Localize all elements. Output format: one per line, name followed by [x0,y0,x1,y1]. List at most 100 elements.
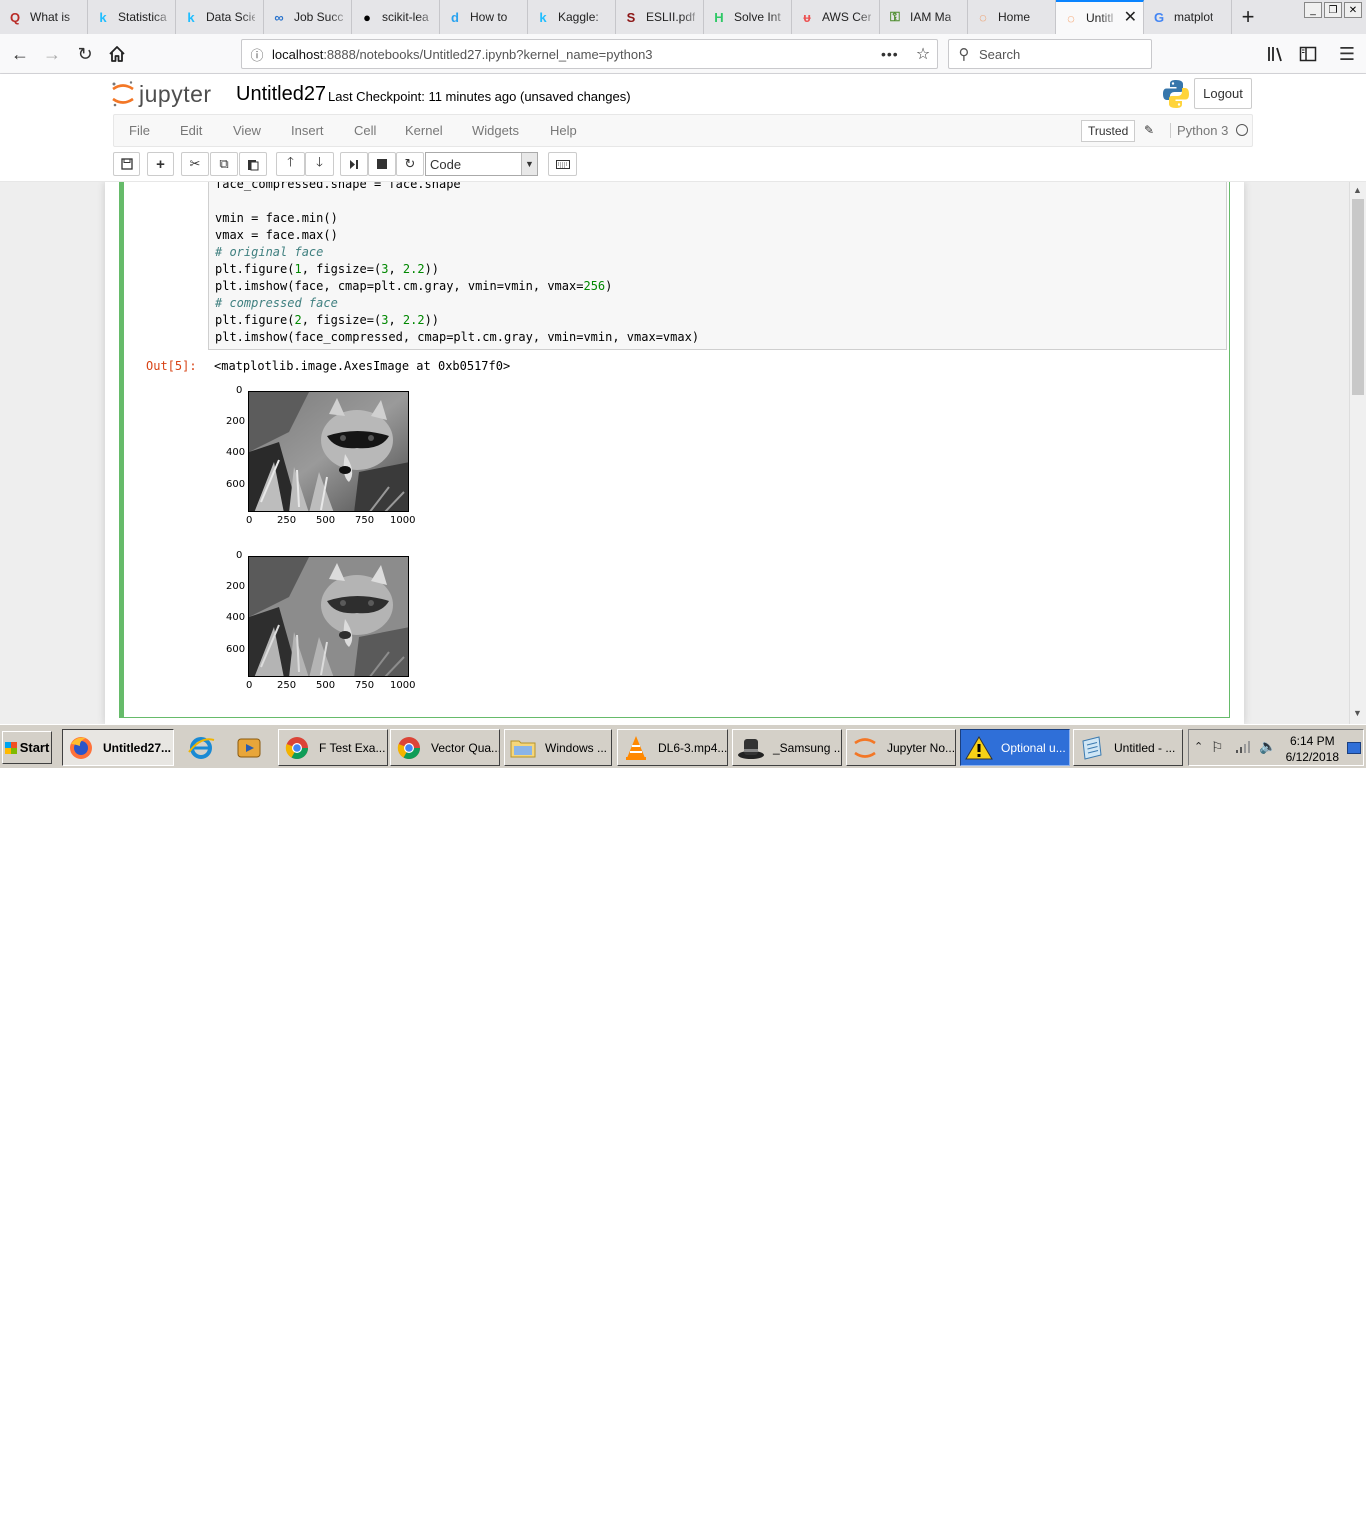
browser-tab[interactable]: ◌ Home [968,0,1056,34]
library-icon[interactable] [1264,42,1288,66]
network-signal-icon[interactable] [1235,740,1251,757]
menu-insert[interactable]: Insert [291,123,324,138]
notebook-title[interactable]: Untitled27 [236,83,326,106]
show-desktop-icon[interactable] [1347,742,1361,754]
browser-tab[interactable]: ᵾ AWS Cer [792,0,880,34]
browser-tab[interactable]: ◌Untitl✕ [1056,0,1144,34]
move-down-icon[interactable]: 🡓 [305,152,334,176]
jupyter-icon: ◌ [979,9,987,25]
scroll-down-icon[interactable]: ▼ [1353,708,1362,718]
page-info-icon[interactable]: ⓘ [242,45,272,64]
x-tick-label: 0 [246,680,253,691]
paste-icon[interactable] [239,152,267,176]
stanford-icon: S [626,9,636,25]
home-icon[interactable] [105,42,129,66]
y-tick-label: 400 [226,447,246,458]
bookmark-star-icon[interactable]: ☆ [909,44,937,64]
taskbar-item[interactable]: Jupyter No... [846,729,956,766]
show-hidden-icons[interactable]: ⌃ [1194,740,1203,753]
internet-explorer-icon[interactable] [186,731,216,764]
browser-tab[interactable]: S ESLII.pdf [616,0,704,34]
start-button[interactable]: Start [2,731,52,764]
close-tab-icon[interactable]: ✕ [1124,10,1137,26]
taskbar-item[interactable]: Optional u... [960,729,1070,766]
raccoon-compressed-image [248,556,409,677]
tab-fade [65,0,87,34]
taskbar-item[interactable]: Untitled - ... [1073,729,1183,766]
taskbar-item[interactable]: Untitled27... [62,729,174,766]
logout-button[interactable]: Logout [1194,78,1252,109]
taskbar-item[interactable]: F Test Exa... [278,729,388,766]
reload-icon[interactable]: ↻ [73,42,97,66]
copy-icon[interactable]: ⧉ [210,152,238,176]
scrollbar-thumb[interactable] [1352,199,1364,395]
taskbar-item[interactable]: Vector Qua... [390,729,500,766]
run-cell-icon[interactable] [340,152,368,176]
windows-logo-icon [4,741,17,754]
tab-fade [945,0,967,34]
raccoon-compressed-plot: 0 200 400 600 0 250 500 750 1000 [214,550,424,706]
new-tab-button[interactable]: + [1232,0,1264,34]
minimize-button[interactable]: _ [1304,2,1322,18]
taskbar-item[interactable]: DL6-3.mp4... [617,729,728,766]
kernel-idle-icon [1236,124,1248,136]
scroll-up-icon[interactable]: ▲ [1353,185,1362,195]
code-input-area[interactable]: face_compressed.shape = face.shape vmin … [208,182,1227,350]
browser-tab[interactable]: H Solve Int [704,0,792,34]
search-input[interactable]: ⚲ Search [948,39,1152,69]
browser-tab[interactable]: k Data Scie [176,0,264,34]
browser-tab[interactable]: k Kaggle: [528,0,616,34]
menu-file[interactable]: File [129,123,150,138]
trusted-indicator[interactable]: Trusted [1081,120,1136,142]
browser-tab[interactable]: ⚿ IAM Ma [880,0,968,34]
taskbar-item[interactable]: _Samsung ... [732,729,842,766]
save-icon[interactable] [113,152,140,176]
page-scrollbar[interactable]: ▲ ▼ [1349,182,1366,724]
chrome-icon [395,734,423,762]
close-window-button[interactable]: ✕ [1344,2,1362,18]
back-icon[interactable]: ← [8,42,32,66]
menu-view[interactable]: View [233,123,261,138]
notebook-page: face_compressed.shape = face.shape vmin … [105,182,1244,724]
cut-icon[interactable]: ✂ [181,152,209,176]
browser-tab[interactable]: Gmatplot [1144,0,1232,34]
sidebar-icon[interactable] [1296,42,1320,66]
menu-widgets[interactable]: Widgets [472,123,519,138]
menu-edit[interactable]: Edit [180,123,202,138]
taskbar-item[interactable]: Windows ... [504,729,612,766]
chevron-down-icon: ▼ [521,153,537,175]
menu-icon[interactable]: ☰ [1335,42,1359,66]
menu-help[interactable]: Help [550,123,577,138]
clock[interactable]: 6:14 PM 6/12/2018 [1286,733,1339,765]
menu-cell[interactable]: Cell [354,123,376,138]
tab-fade [153,0,175,34]
browser-tab[interactable]: k Statistica [88,0,176,34]
x-tick-label: 0 [246,515,253,526]
media-player-icon[interactable] [234,731,264,764]
restore-button[interactable]: ❐ [1324,2,1342,18]
tab-fade [505,0,527,34]
code-line: plt.figure(2, figsize=(3, 2.2)) [215,313,440,327]
x-tick-label: 1000 [390,680,416,691]
browser-tab[interactable]: ● scikit-lea [352,0,440,34]
move-up-icon[interactable]: 🡑 [276,152,305,176]
restart-kernel-icon[interactable]: ↻ [396,152,424,176]
clock-date: 6/12/2018 [1285,750,1339,764]
browser-tab[interactable]: ∞ Job Succ [264,0,352,34]
action-center-flag-icon[interactable]: ⚐ [1211,739,1224,756]
browser-tab[interactable]: d How to [440,0,528,34]
insert-cell-icon[interactable]: + [147,152,174,176]
windows-taskbar: Start Untitled27... F Test Exa... Vector Q… [0,724,1366,768]
volume-icon[interactable]: 🔈 [1259,738,1276,755]
cell-type-select[interactable]: Code ▼ [425,152,538,176]
browser-tab[interactable]: Q What is [0,0,88,34]
page-actions-icon[interactable]: ••• [881,46,909,62]
taskbar-item-label: Untitled - ... [1114,740,1176,755]
keyboard-icon[interactable] [548,152,577,176]
url-bar[interactable]: ⓘ localhost:8888/notebooks/Untitled27.ip… [241,39,938,69]
stop-kernel-icon[interactable] [368,152,396,176]
selected-code-cell[interactable]: face_compressed.shape = face.shape vmin … [119,182,1230,718]
forward-icon[interactable]: → [40,42,64,66]
jupyter-logo[interactable]: jupyter [111,80,212,108]
menu-kernel[interactable]: Kernel [405,123,443,138]
